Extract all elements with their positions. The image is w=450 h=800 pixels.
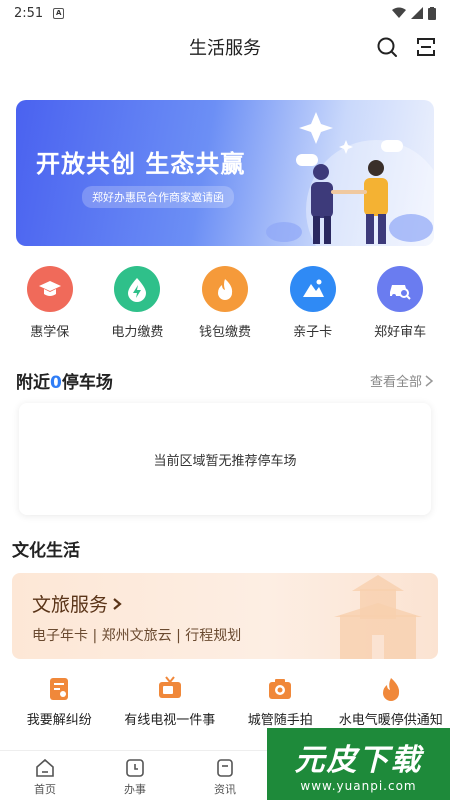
- quick-links: 我要解纠纷 有线电视一件事 城管随手拍 水电气暖停供通知: [0, 676, 450, 731]
- tab-label: 首页: [34, 783, 56, 796]
- service-wallet-payment[interactable]: 钱包缴费: [182, 266, 268, 340]
- service-label: 郑好审车: [374, 325, 427, 340]
- home-icon: [36, 758, 54, 777]
- parking-empty-text: 当前区域暂无推荐停车场: [153, 453, 297, 469]
- clock-icon: [126, 759, 144, 777]
- chevron-right-icon: [425, 374, 434, 387]
- car-search-icon: [377, 266, 424, 312]
- quick-link-dispute[interactable]: 我要解纠纷: [7, 676, 111, 731]
- lightning-drop-icon: [114, 266, 161, 312]
- signal-icon: [411, 7, 423, 19]
- status-bar: 2:51 A: [0, 0, 450, 26]
- pagoda-illustration: [334, 575, 422, 659]
- status-time: 2:51: [14, 5, 44, 21]
- service-family-card[interactable]: 亲子卡: [270, 266, 356, 340]
- quick-link-cable-tv[interactable]: 有线电视一件事: [118, 676, 222, 731]
- status-icons: [392, 6, 436, 20]
- tab-label: 资讯: [214, 783, 236, 796]
- service-label: 电力缴费: [111, 325, 164, 340]
- promo-banner[interactable]: 开放共创 生态共赢 郑好办惠民合作商家邀请函: [16, 100, 434, 246]
- quick-link-city-report[interactable]: 城管随手拍: [228, 676, 332, 731]
- quick-link-label: 有线电视一件事: [124, 713, 216, 728]
- parking-count: 0: [50, 373, 62, 393]
- culture-section-title: 文化生活: [12, 541, 80, 561]
- watermark-url: www.yuanpi.com: [300, 779, 417, 793]
- quick-link-label: 我要解纠纷: [26, 713, 92, 728]
- tab-news[interactable]: 资讯: [180, 751, 270, 800]
- tourism-card-subtitle: 电子年卡 | 郑州文旅云 | 行程规划: [32, 628, 242, 644]
- parking-card: 当前区域暂无推荐停车场: [19, 403, 431, 515]
- tv-icon: [158, 676, 181, 698]
- flame-icon: [201, 266, 248, 312]
- tourism-title-text: 文旅服务: [32, 594, 109, 616]
- search-icon[interactable]: [376, 36, 398, 58]
- camera-icon: [269, 679, 292, 699]
- service-label: 钱包缴费: [198, 325, 251, 340]
- view-all-link[interactable]: 查看全部: [370, 371, 434, 390]
- document-icon: [50, 678, 69, 700]
- parking-title: 附近0停车场: [16, 368, 113, 393]
- watermark-logo: 元皮下载 www.yuanpi.com: [267, 728, 450, 800]
- wifi-icon: [392, 7, 406, 18]
- page-title: 生活服务: [189, 38, 261, 59]
- news-icon: [217, 759, 233, 777]
- watermark-title: 元皮下载: [294, 743, 423, 778]
- service-huixuebao[interactable]: 惠学保: [7, 266, 93, 340]
- flame-icon: [382, 678, 399, 701]
- tab-home[interactable]: 首页: [0, 751, 90, 800]
- service-electricity[interactable]: 电力缴费: [94, 266, 180, 340]
- service-grid: 惠学保 电力缴费 钱包缴费 亲子卡 郑好审车: [0, 266, 450, 340]
- mountain-icon: [289, 266, 336, 312]
- graduation-cap-icon: [26, 266, 73, 312]
- tab-label: 办事: [124, 783, 146, 796]
- banner-subtitle: 郑好办惠民合作商家邀请函: [82, 186, 234, 208]
- tourism-card-title: 文旅服务: [32, 590, 122, 617]
- parking-title-suffix: 停车场: [61, 373, 113, 393]
- service-vehicle-inspection[interactable]: 郑好审车: [357, 266, 443, 340]
- parking-title-prefix: 附近: [16, 373, 50, 393]
- tab-services[interactable]: 办事: [90, 751, 180, 800]
- banner-title: 开放共创 生态共赢: [36, 150, 246, 178]
- scan-icon[interactable]: [415, 36, 437, 58]
- chevron-right-icon: [113, 597, 122, 610]
- header: 生活服务: [0, 28, 450, 66]
- service-label: 惠学保: [30, 325, 70, 340]
- quick-link-utility-outage[interactable]: 水电气暖停供通知: [339, 676, 443, 731]
- view-all-label: 查看全部: [369, 375, 422, 390]
- sim-icon: A: [53, 7, 65, 19]
- parking-section-header: 附近0停车场 查看全部: [16, 368, 434, 393]
- tourism-service-card[interactable]: 文旅服务 电子年卡 | 郑州文旅云 | 行程规划: [12, 573, 438, 659]
- battery-icon: [428, 6, 436, 20]
- service-label: 亲子卡: [293, 325, 333, 340]
